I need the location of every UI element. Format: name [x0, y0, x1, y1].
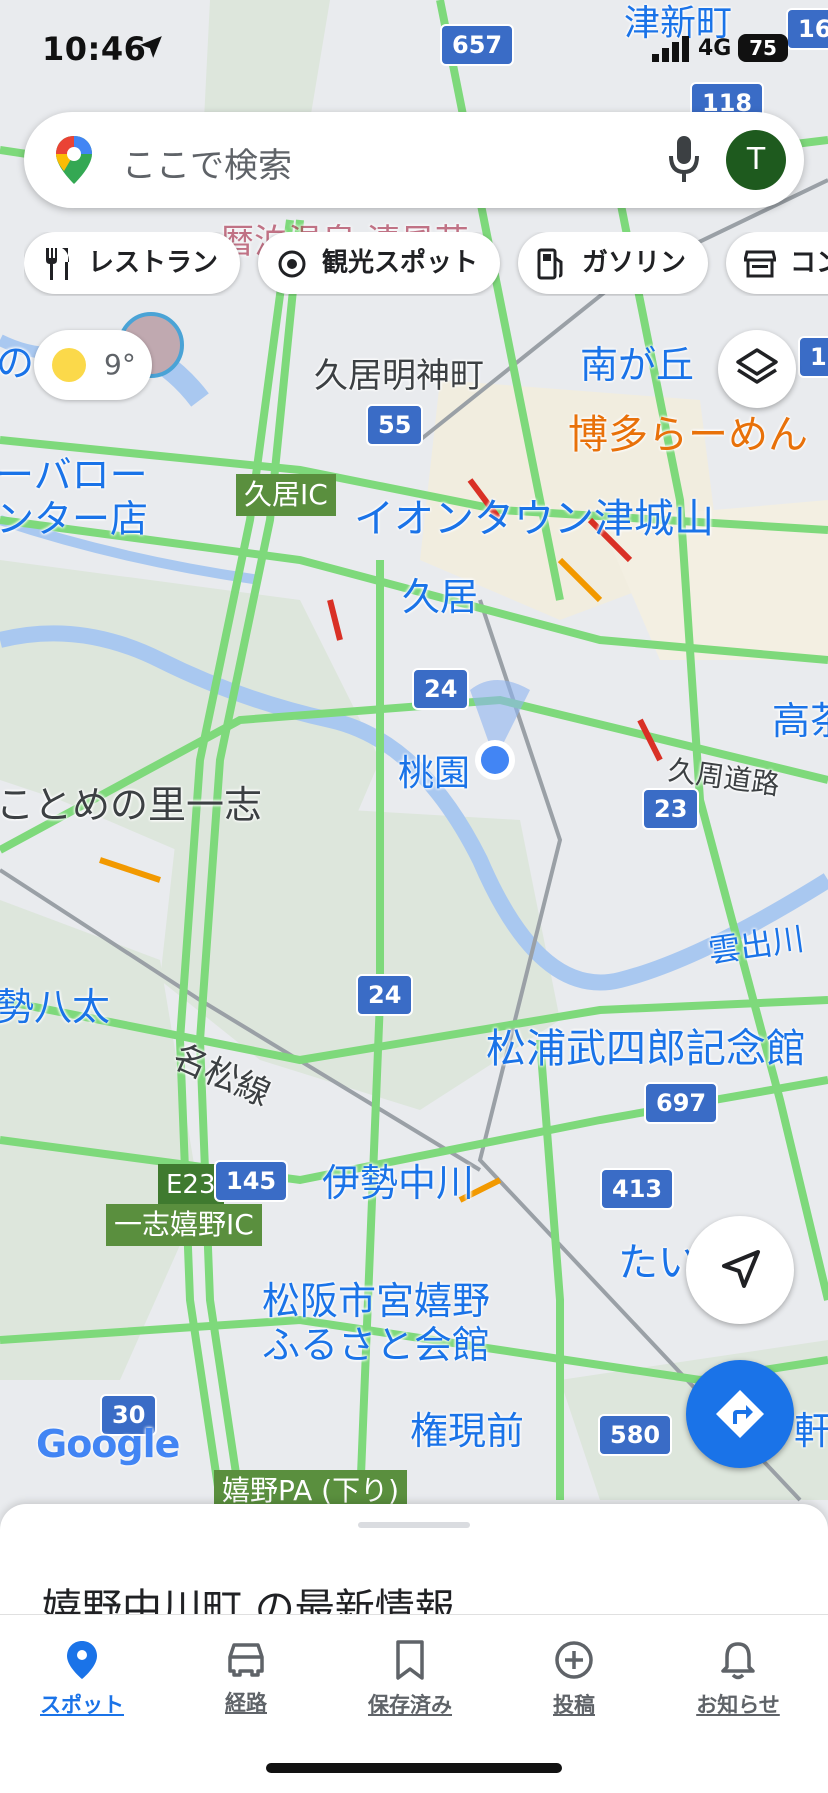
- my-location-button[interactable]: [686, 1216, 794, 1324]
- chip-label: コン: [790, 248, 828, 278]
- tab-label: 経路: [225, 1691, 267, 1715]
- tab-label: 保存済み: [368, 1693, 452, 1717]
- car-icon: [228, 1643, 264, 1677]
- account-avatar[interactable]: T: [726, 130, 786, 190]
- bottom-nav: スポット 経路 保存済み 投稿 お知らせ: [0, 1614, 828, 1793]
- layers-icon: [736, 348, 778, 384]
- tab-saved[interactable]: 保存済み: [328, 1629, 492, 1739]
- map-label-minamigaoka: 南が丘: [580, 343, 695, 387]
- chip-convenience[interactable]: コン: [726, 232, 828, 294]
- directions-button[interactable]: [686, 1360, 794, 1468]
- add-circle-icon: [555, 1641, 593, 1679]
- tab-updates[interactable]: お知らせ: [656, 1629, 820, 1739]
- category-chips: レストラン 観光スポット ガソリン コン: [24, 232, 828, 296]
- map-label-kotome: ことめの里一志: [0, 783, 263, 827]
- map-label-noki: 軒: [794, 1409, 828, 1453]
- route-shield-11: 11: [798, 336, 828, 378]
- google-logo-text: Google: [36, 1422, 180, 1466]
- route-shield-580: 580: [598, 1414, 673, 1456]
- bell-icon: [721, 1642, 755, 1680]
- tab-go[interactable]: 経路: [164, 1629, 328, 1739]
- map-label-iseyata[interactable]: 勢八太: [0, 976, 110, 1031]
- route-shield-24b: 24: [356, 974, 414, 1016]
- pin-icon: [67, 1641, 97, 1679]
- chip-sightseeing[interactable]: 観光スポット: [258, 232, 500, 294]
- weather-chip[interactable]: 9°: [34, 330, 152, 400]
- directions-icon: [716, 1390, 764, 1438]
- map-label-aeon[interactable]: イオンタウン津城山: [354, 486, 714, 544]
- chip-restaurant[interactable]: レストラン: [24, 232, 240, 294]
- sheet-drag-handle[interactable]: [358, 1522, 470, 1528]
- route-shield-413: 413: [600, 1168, 675, 1210]
- search-bar[interactable]: ここで検索 T: [24, 112, 804, 208]
- map-label-matsusaka-2[interactable]: ふるさと会館: [262, 1314, 490, 1369]
- weather-temp: 9°: [104, 348, 136, 381]
- status-bar: 10:46 4G 75: [0, 0, 828, 96]
- chip-gas[interactable]: ガソリン: [518, 232, 708, 294]
- store-icon: [744, 250, 776, 278]
- battery-indicator: 75: [738, 34, 788, 62]
- sun-icon: [52, 348, 86, 382]
- map-label-gongenmae[interactable]: 権現前: [410, 1400, 524, 1455]
- mic-icon[interactable]: [666, 134, 702, 184]
- route-shield-24a: 24: [412, 668, 470, 710]
- map-label-kui[interactable]: 久居: [402, 566, 478, 621]
- search-input[interactable]: ここで検索: [122, 138, 292, 187]
- chip-label: 観光スポット: [322, 248, 479, 278]
- home-indicator[interactable]: [266, 1763, 562, 1773]
- map-label-barrow-2[interactable]: ンター店: [0, 488, 148, 543]
- map-label-kui-ic: 久居IC: [236, 474, 336, 516]
- route-shield-697: 697: [644, 1082, 719, 1124]
- signal-icon: [652, 36, 689, 62]
- status-time: 10:46: [42, 30, 147, 68]
- map-label-kuimyojincho: 久居明神町: [314, 356, 484, 396]
- chip-label: ガソリン: [582, 248, 687, 278]
- route-shield-55: 55: [366, 404, 424, 446]
- bookmark-icon: [396, 1640, 424, 1680]
- tab-label: 投稿: [553, 1693, 595, 1717]
- map-label-isenakagawa[interactable]: 伊勢中川: [322, 1152, 474, 1207]
- tab-label: お知らせ: [696, 1693, 780, 1717]
- map-label-momozono[interactable]: 桃園: [398, 744, 470, 796]
- layers-button[interactable]: [718, 330, 796, 408]
- fork-knife-icon: [46, 248, 69, 280]
- map-label-takachaya: 高茶: [772, 699, 828, 743]
- tab-contribute[interactable]: 投稿: [492, 1629, 656, 1739]
- google-maps-pin-icon: [56, 136, 92, 184]
- route-shield-145: 145: [214, 1160, 289, 1202]
- route-shield-23: 23: [642, 788, 700, 830]
- map-label-ichishi-ic: 一志嬉野IC: [106, 1204, 262, 1246]
- camera-icon: [278, 250, 306, 278]
- navigation-arrow-icon: [722, 1250, 760, 1288]
- map-label-matsuura[interactable]: 松浦武四郎記念館: [486, 1016, 806, 1074]
- network-type: 4G: [698, 36, 732, 61]
- map-label-hakata-ramen[interactable]: 博多らーめん: [568, 402, 808, 460]
- location-arrow-icon: [140, 36, 162, 58]
- tab-label: スポット: [40, 1693, 124, 1717]
- tab-explore[interactable]: スポット: [0, 1629, 164, 1739]
- map-label-tsu-shio: の: [0, 341, 35, 385]
- chip-label: レストラン: [88, 248, 219, 278]
- google-logo: Google: [36, 1422, 180, 1466]
- gas-pump-icon: [537, 248, 563, 280]
